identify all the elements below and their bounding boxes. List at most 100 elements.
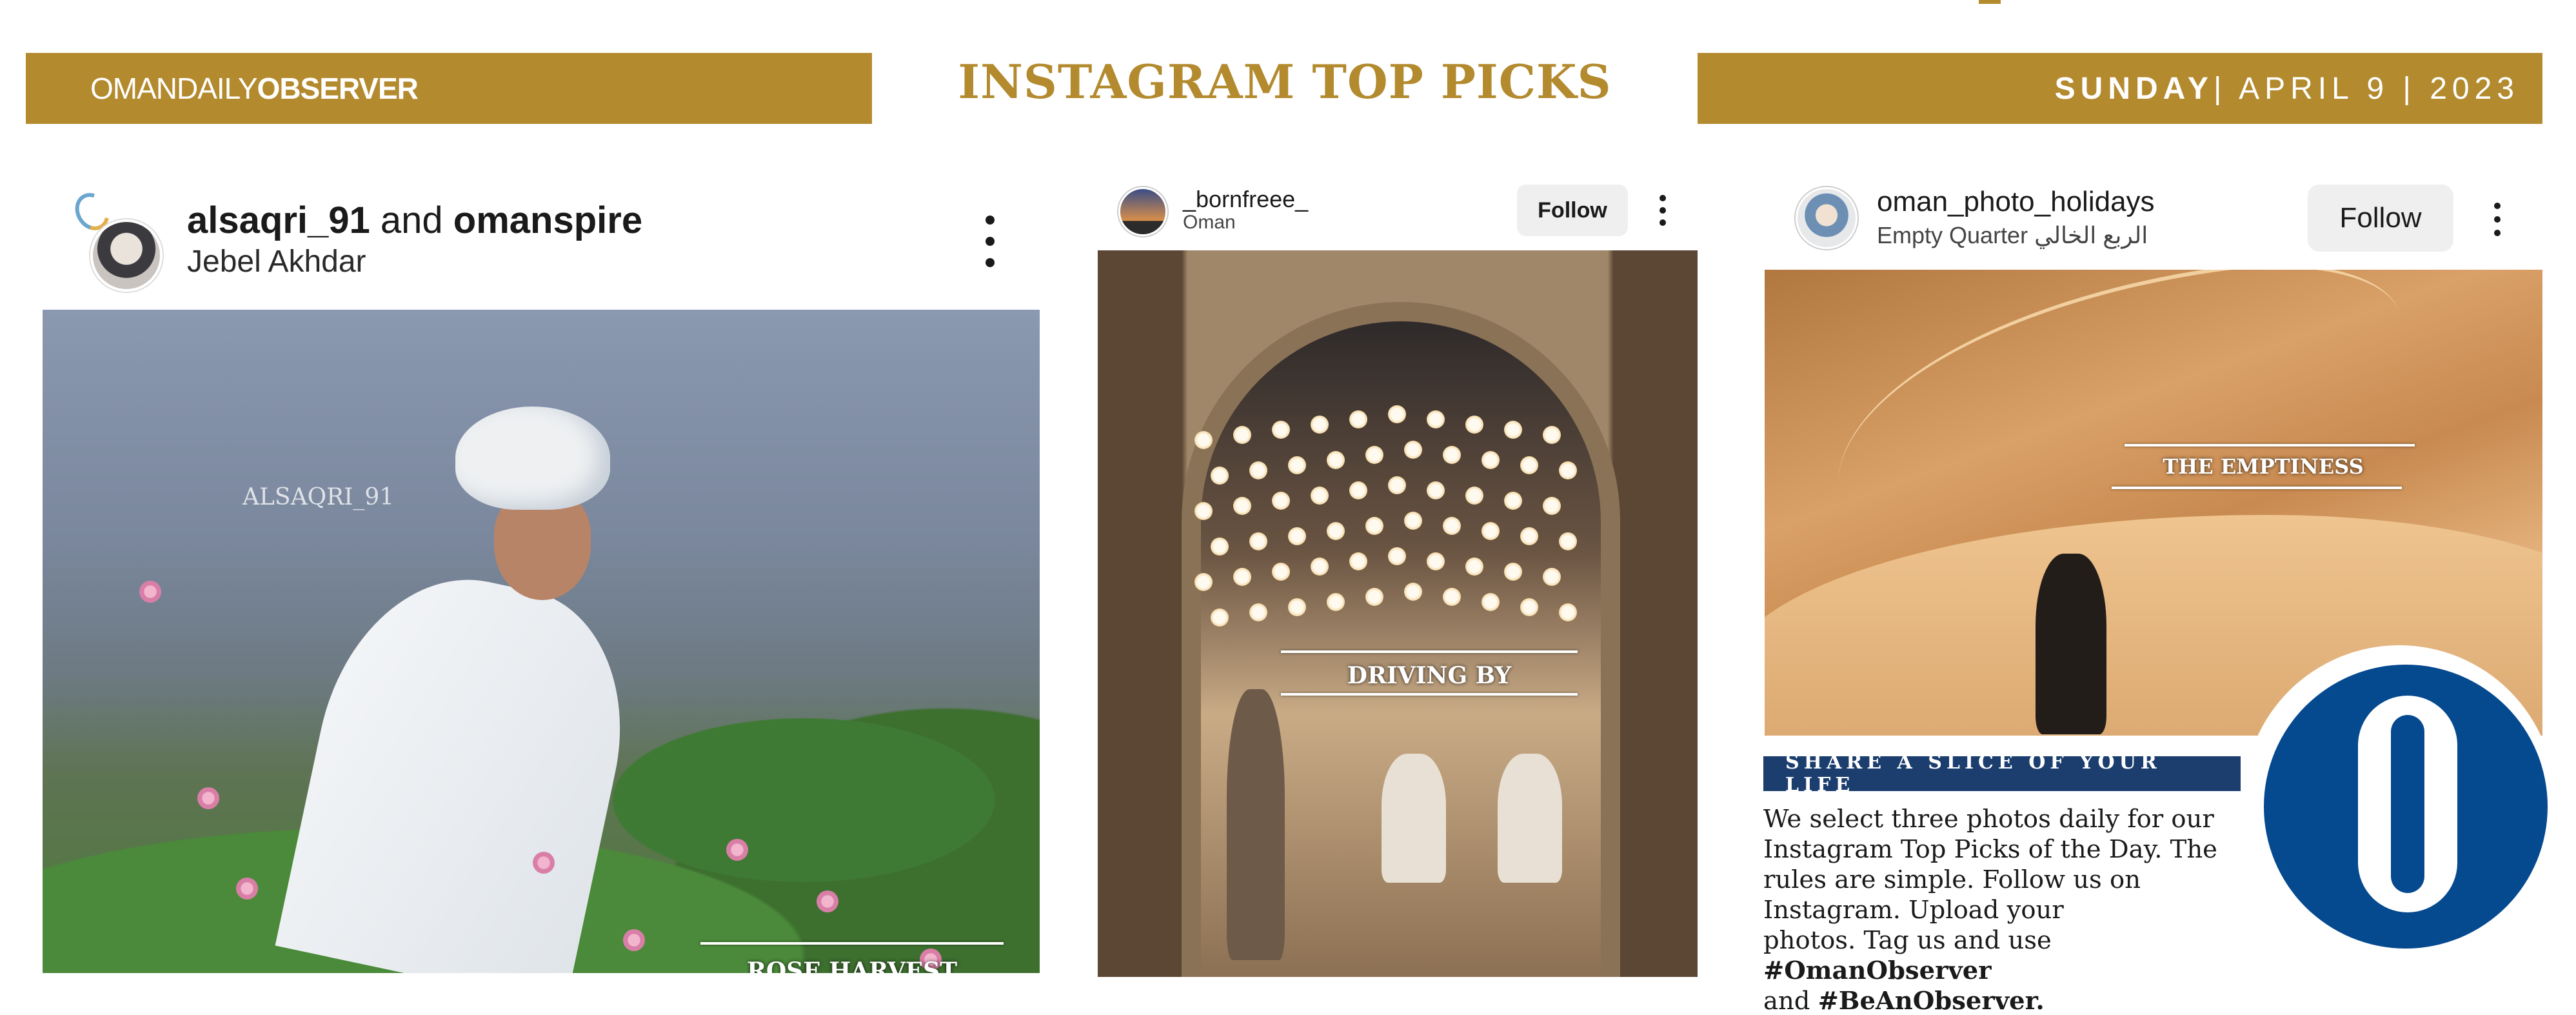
light-bulb — [1427, 481, 1445, 499]
avatar[interactable] — [1118, 187, 1167, 236]
rose-flower — [533, 852, 555, 874]
post-1-joiner: and — [370, 199, 453, 241]
light-bulb — [1559, 603, 1577, 621]
light-bulb — [1520, 598, 1538, 616]
light-bulb — [1288, 456, 1306, 474]
post-2-username[interactable]: _bornfreee_ — [1183, 186, 1308, 213]
follow-button[interactable]: Follow — [1517, 185, 1628, 236]
light-bulb — [1288, 598, 1306, 616]
brand-name-bold: OBSERVER — [257, 72, 419, 105]
light-bulb — [1559, 532, 1577, 550]
light-bulb — [1233, 568, 1251, 586]
light-bulb — [1520, 527, 1538, 545]
light-bulb — [1365, 588, 1383, 606]
hashtag-oman-observer[interactable]: #OmanObserver — [1763, 956, 1992, 985]
light-bulb — [1233, 426, 1251, 444]
photo-figure-rider — [1382, 754, 1446, 883]
light-bulb — [1249, 603, 1267, 621]
masthead-date-bar: SUNDAY | APRIL 9 | 2023 — [1698, 53, 2542, 124]
light-bulb — [1288, 527, 1306, 545]
page-title: INSTAGRAM TOP PICKS — [958, 54, 1612, 109]
post-3-location[interactable]: Empty Quarter الربع الخالي — [1877, 222, 2148, 249]
light-bulb — [1404, 583, 1422, 601]
light-bulb — [1311, 487, 1329, 505]
light-bulb — [1388, 547, 1406, 565]
date-day: SUNDAY — [2054, 71, 2214, 106]
light-bulb — [1481, 522, 1500, 540]
photo-figure-photographer — [2036, 554, 2106, 734]
light-bulb — [1349, 410, 1367, 428]
post-1-collaborator[interactable]: omanspire — [453, 199, 642, 241]
rose-flower — [139, 581, 161, 603]
more-vertical-icon[interactable] — [980, 216, 1000, 267]
brand-name-light: OMANDAILY — [90, 72, 258, 105]
light-bulb — [1194, 573, 1213, 591]
date-rest: | APRIL 9 | 2023 — [2213, 71, 2519, 106]
photo-caption: THE EMPTINESS — [2112, 444, 2415, 496]
more-vertical-icon[interactable] — [1655, 195, 1670, 226]
photo-caption: ROSE HARVEST — [700, 942, 1004, 973]
light-bulb — [1311, 558, 1329, 576]
share-instructions: We select three photos daily for our Ins… — [1763, 804, 2279, 1015]
share-line-text: and — [1763, 987, 1818, 1015]
light-bulb — [1249, 532, 1267, 550]
light-bulb — [1427, 552, 1445, 570]
light-bulb — [1365, 446, 1383, 464]
post-1-location[interactable]: Jebel Akhdar — [187, 244, 366, 279]
avatar[interactable] — [90, 219, 163, 292]
rose-flower — [236, 878, 258, 899]
photo-watermark: ALSAQRI_91 — [243, 484, 395, 510]
observer-o-logo-counter — [2391, 715, 2424, 893]
share-line: Instagram. Upload your — [1763, 896, 2064, 925]
light-bulb — [1327, 593, 1345, 611]
rose-flower — [726, 839, 748, 861]
light-bulb — [1272, 563, 1290, 581]
light-bulb — [1465, 487, 1483, 505]
share-banner: SHARE A SLICE OF YOUR LIFE — [1763, 751, 2241, 796]
photo-figure-turban — [455, 407, 610, 510]
post-1-username[interactable]: alsaqri_91 — [187, 199, 370, 241]
light-bulb — [1443, 588, 1461, 606]
avatar[interactable] — [1796, 187, 1858, 249]
light-bulb — [1543, 426, 1561, 444]
rose-flower — [817, 890, 838, 912]
photo-figure-standing — [1227, 689, 1285, 960]
rose-flower — [197, 787, 219, 809]
light-bulb — [1504, 421, 1522, 439]
post-2-location[interactable]: Oman — [1183, 212, 1236, 234]
light-bulb — [1388, 476, 1406, 494]
post-2-photo: DRIVING BY — [1098, 250, 1698, 977]
light-bulb — [1211, 538, 1229, 556]
light-bulb — [1443, 446, 1461, 464]
share-line: We select three photos daily for our — [1763, 805, 2214, 834]
share-line: and #BeAnObserver. — [1763, 986, 2279, 1015]
share-line: Instagram Top Picks of the Day. The — [1763, 835, 2217, 864]
light-bulb — [1559, 461, 1577, 479]
light-bulb — [1465, 416, 1483, 434]
post-3-username[interactable]: oman_photo_holidays — [1877, 186, 2155, 218]
photo-figure-rider — [1498, 754, 1562, 883]
hashtag-be-an-observer[interactable]: #BeAnObserver. — [1818, 987, 2045, 1015]
post-1-photo: ALSAQRI_91 ROSE HARVEST — [43, 310, 1040, 973]
share-line: photos. Tag us and use #OmanObserver — [1763, 925, 2279, 986]
light-bulb — [1543, 497, 1561, 515]
light-bulb — [1465, 558, 1483, 576]
light-bulb — [1504, 563, 1522, 581]
photo-figure-robe — [275, 554, 649, 973]
masthead-brand-bar: OMANDAILY OBSERVER — [26, 53, 872, 124]
light-bulb — [1349, 481, 1367, 499]
light-bulb — [1543, 568, 1561, 586]
light-bulb — [1233, 497, 1251, 515]
light-bulb — [1211, 467, 1229, 485]
light-bulb — [1349, 552, 1367, 570]
more-vertical-icon[interactable] — [2490, 203, 2505, 236]
photo-caption: DRIVING BY — [1281, 650, 1578, 702]
light-bulb — [1404, 441, 1422, 459]
light-bulb — [1311, 416, 1329, 434]
light-bulb — [1272, 421, 1290, 439]
follow-button[interactable]: Follow — [2308, 185, 2453, 252]
light-bulb — [1404, 512, 1422, 530]
light-bulb — [1504, 492, 1522, 510]
light-bulb — [1327, 522, 1345, 540]
light-bulb — [1249, 461, 1267, 479]
